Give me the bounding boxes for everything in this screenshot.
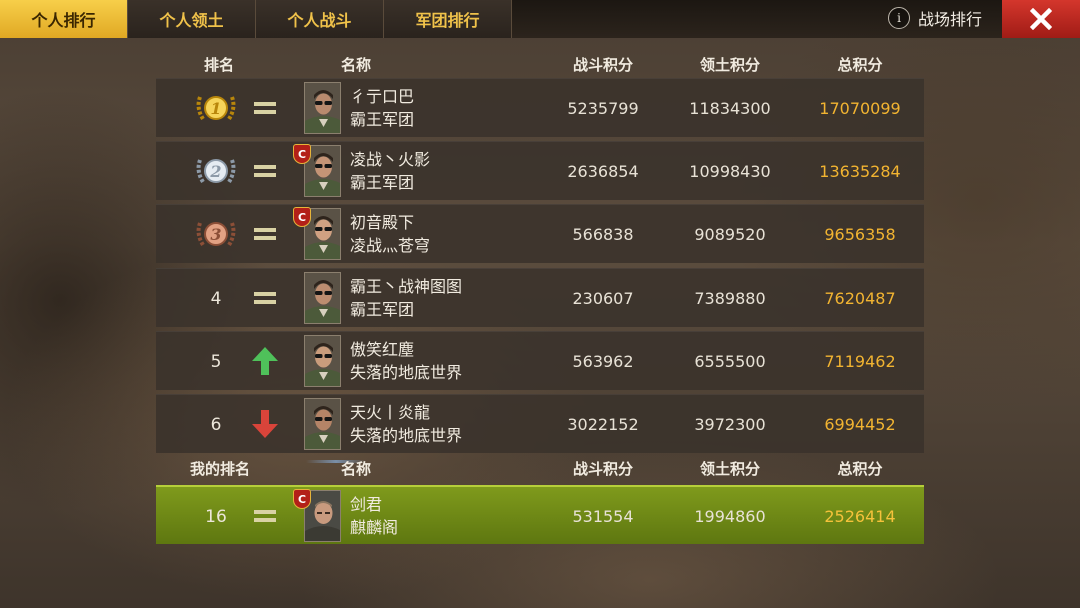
player-name: 初音殿下	[350, 213, 415, 232]
rank-unchanged-icon	[248, 154, 282, 188]
total-score: 6994452	[824, 415, 896, 434]
total-score: 2526414	[824, 507, 896, 526]
my-header-name: 名称	[340, 459, 371, 478]
ranking-row[interactable]: 6 天火丨炎龍 失落的地底世界 3022152 3972300 6994452	[156, 394, 924, 453]
tab-personal-battle[interactable]: 个人战斗	[256, 0, 384, 38]
battlefield-ranking-button[interactable]: i 战场排行	[888, 6, 982, 30]
close-icon	[1030, 8, 1052, 30]
territory-score: 6555500	[694, 352, 766, 371]
player-name: 傲笑红塵	[350, 340, 415, 359]
gold-medal-icon: 1	[180, 88, 252, 128]
medal-rank-text: 3	[210, 225, 221, 244]
ranking-row[interactable]: 5 傲笑红塵 失落的地底世界 563962 6555500 7119462	[156, 331, 924, 390]
header-total-score: 总积分	[837, 55, 883, 74]
silver-medal-icon: 2	[180, 151, 252, 191]
territory-score: 1994860	[694, 507, 766, 526]
player-info: 霸王丶战神图图 霸王军团	[350, 275, 550, 321]
tab-bar: 个人排行 个人领土 个人战斗 军团排行 i 战场排行	[0, 0, 1080, 38]
my-rank-number: 16	[205, 506, 227, 527]
territory-score: 10998430	[689, 162, 771, 181]
player-name: 凌战丶火影	[350, 150, 431, 169]
tab-personal-territory[interactable]: 个人领土	[128, 0, 256, 38]
territory-score: 3972300	[694, 415, 766, 434]
battlefield-ranking-label: 战场排行	[918, 10, 983, 29]
tab-legion-ranking[interactable]: 军团排行	[384, 0, 512, 38]
rank-unchanged-icon	[248, 499, 282, 533]
avatar[interactable]	[304, 335, 341, 387]
my-ranking-row[interactable]: 16 C 剑君 麒麟阁 531554 1994860 2526414	[156, 485, 924, 544]
player-name: 剑君	[350, 495, 383, 514]
rank-unchanged-icon	[248, 91, 282, 125]
player-info: 天火丨炎龍 失落的地底世界	[350, 401, 550, 447]
ranking-row[interactable]: 2 C 凌战丶火影 霸王军团 2636854 10998430 13635284	[156, 141, 924, 200]
player-name: 天火丨炎龍	[350, 403, 431, 422]
player-name: 霸王丶战神图图	[350, 277, 463, 296]
territory-score: 11834300	[689, 99, 771, 118]
battle-score: 531554	[572, 507, 634, 526]
rank-number: 4	[210, 288, 222, 309]
legion-name: 凌战灬苍穹	[350, 236, 431, 255]
legion-name: 失落的地底世界	[350, 363, 463, 382]
header-name: 名称	[340, 55, 371, 74]
player-info: 初音殿下 凌战灬苍穹	[350, 211, 550, 257]
rank-up-arrow-icon	[248, 344, 282, 378]
battle-score: 2636854	[567, 162, 639, 181]
battle-score: 566838	[572, 225, 634, 244]
medal-rank-text: 2	[209, 162, 221, 181]
my-header-territory-score: 领土积分	[699, 459, 760, 478]
battle-score: 5235799	[567, 99, 639, 118]
total-score: 7119462	[824, 352, 896, 371]
header-rank: 排名	[203, 55, 234, 74]
total-score: 7620487	[824, 289, 896, 308]
total-score: 17070099	[819, 99, 901, 118]
total-score: 13635284	[819, 162, 901, 181]
ranking-row[interactable]: 1 彳亍口巴 霸王军团 5235799 11834300 17070099	[156, 78, 924, 137]
player-info: 剑君 麒麟阁	[350, 493, 550, 539]
commander-badge: C	[293, 489, 311, 509]
my-header-total-score: 总积分	[837, 459, 883, 478]
info-icon[interactable]: i	[888, 7, 910, 29]
player-info: 傲笑红塵 失落的地底世界	[350, 338, 550, 384]
avatar[interactable]	[304, 398, 341, 450]
bronze-medal-icon: 3	[180, 214, 252, 254]
player-info: 彳亍口巴 霸王军团	[350, 85, 550, 131]
legion-name: 霸王军团	[350, 173, 415, 192]
rank-number: 6	[210, 414, 222, 435]
player-name: 彳亍口巴	[350, 87, 415, 106]
commander-badge: C	[293, 144, 311, 164]
player-info: 凌战丶火影 霸王军团	[350, 148, 550, 194]
ranking-row[interactable]: 4 霸王丶战神图图 霸王军团 230607 7389880 7620487	[156, 268, 924, 327]
ranking-row[interactable]: 3 C 初音殿下 凌战灬苍穹 566838 9089520 9656358	[156, 204, 924, 263]
battle-score: 563962	[572, 352, 634, 371]
close-button[interactable]	[1002, 0, 1080, 38]
rank-down-arrow-icon	[248, 407, 282, 441]
territory-score: 7389880	[694, 289, 766, 308]
rank-number: 5	[210, 351, 222, 372]
my-header-rank: 我的排名	[189, 459, 250, 478]
battle-score: 230607	[572, 289, 634, 308]
total-score: 9656358	[824, 225, 896, 244]
rank-unchanged-icon	[248, 217, 282, 251]
territory-score: 9089520	[694, 225, 766, 244]
header-territory-score: 领土积分	[699, 55, 760, 74]
tab-personal-ranking[interactable]: 个人排行	[0, 0, 128, 38]
avatar[interactable]	[304, 82, 341, 134]
medal-rank-text: 1	[210, 99, 221, 118]
avatar[interactable]	[304, 272, 341, 324]
legion-name: 霸王军团	[350, 300, 415, 319]
legion-name: 霸王军团	[350, 110, 415, 129]
header-battle-score: 战斗积分	[572, 55, 633, 74]
my-header-battle-score: 战斗积分	[572, 459, 633, 478]
legion-name: 麒麟阁	[350, 518, 399, 537]
battle-score: 3022152	[567, 415, 639, 434]
rank-unchanged-icon	[248, 281, 282, 315]
commander-badge: C	[293, 207, 311, 227]
legion-name: 失落的地底世界	[350, 426, 463, 445]
